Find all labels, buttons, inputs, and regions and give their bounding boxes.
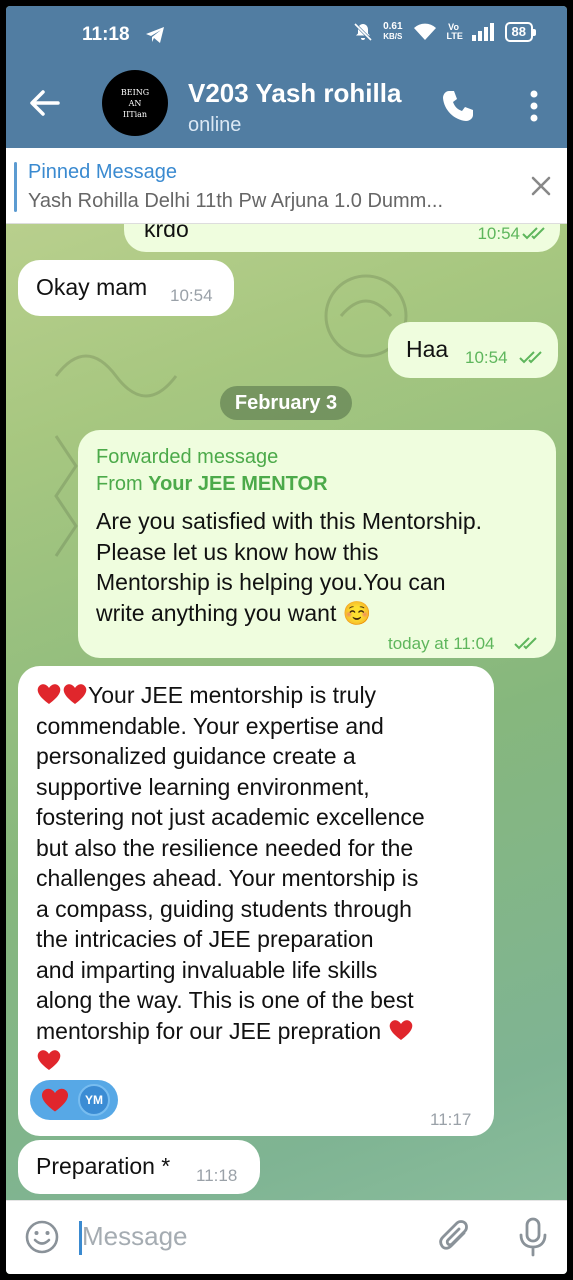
red-heart-emoji-icon (37, 684, 61, 704)
reaction-chip[interactable]: YM (30, 1080, 118, 1120)
avatar-text-line: BEING (120, 87, 150, 97)
message-line: personalized guidance create a (36, 743, 356, 769)
message-text: Okay mam (36, 274, 148, 300)
pinned-text: Yash Rohilla Delhi 11th Pw Arjuna 1.0 Du… (28, 190, 444, 212)
message-time: today at 11:04 (388, 634, 495, 653)
wifi-icon (413, 23, 436, 40)
message-line: challenges ahead. Your mentorship is (36, 865, 419, 891)
telegram-icon (146, 27, 164, 43)
message-line: fostering not just academic excellence (36, 804, 425, 830)
date-divider: February 3 (220, 386, 352, 420)
network-speed: 0.61 KB/S (383, 22, 402, 42)
battery-indicator: 88 (504, 22, 537, 42)
avatar[interactable]: BEING AN IITian (102, 70, 168, 136)
forwarded-from-prefix: From (96, 473, 149, 495)
message-text: Your JEE mentorship is truly commendable… (36, 680, 486, 1077)
emoji-icon[interactable] (24, 1219, 60, 1255)
message-text: Preparation * (36, 1153, 171, 1179)
microphone-icon[interactable] (518, 1217, 548, 1257)
volte-indicator: Vo LTE (446, 22, 463, 41)
status-icons: 0.61 KB/S Vo LTE 88 (353, 22, 537, 42)
message-line: write anything you want (96, 599, 337, 626)
attach-paperclip-icon[interactable] (438, 1219, 474, 1257)
double-check-icon (514, 637, 537, 650)
avatar-text-line: AN (128, 98, 142, 108)
message-bubble-outgoing[interactable]: Haa 10:54 (388, 322, 558, 378)
mute-bell-icon (354, 22, 373, 42)
more-menu-icon[interactable] (522, 86, 546, 126)
back-arrow-icon[interactable] (28, 86, 62, 120)
message-line: Please let us know how this (96, 538, 379, 565)
network-speed-unit: KB/S (383, 32, 403, 41)
message-text: Are you satisfied with this Mentorship. … (96, 506, 482, 628)
message-time: 11:18 (196, 1166, 238, 1185)
phone-call-icon[interactable] (440, 88, 476, 124)
message-time: 10:54 (477, 224, 520, 243)
message-line: Mentorship is helping you.You can (96, 569, 446, 595)
status-bar: 11:18 0.61 KB/S Vo LTE 88 (6, 20, 567, 50)
double-check-icon (522, 227, 545, 240)
message-time: 10:54 (465, 348, 508, 367)
chat-screen: 11:18 0.61 KB/S Vo LTE 88 BEING AN IITian… (6, 6, 567, 1274)
message-bubble-forwarded[interactable]: Forwarded message From Your JEE MENTOR A… (78, 430, 556, 658)
double-check-icon (519, 351, 542, 364)
background-doodle (54, 354, 178, 398)
message-bubble-incoming[interactable]: Preparation * 11:18 (18, 1140, 260, 1194)
signal-icon (471, 23, 494, 41)
message-line: the intricacies of JEE preparation (36, 926, 374, 952)
message-line: Your JEE mentorship is truly (88, 682, 377, 708)
chat-status: online (188, 114, 242, 136)
message-line: Are you satisfied with this Mentorship. (96, 508, 483, 534)
message-text: Haa (406, 336, 449, 362)
reactor-avatar: YM (78, 1084, 110, 1116)
red-heart-reaction-icon (41, 1088, 69, 1112)
message-composer: Message (6, 1200, 567, 1274)
message-time: 11:17 (430, 1110, 472, 1129)
message-line: supportive learning environment, (36, 773, 370, 800)
status-time: 11:18 (82, 24, 130, 45)
forward-header: Forwarded message From Your JEE MENTOR (96, 444, 328, 498)
forwarded-from-name[interactable]: Your JEE MENTOR (148, 473, 327, 495)
pinned-message-bar[interactable]: Pinned Message Yash Rohilla Delhi 11th P… (6, 148, 567, 224)
forwarded-from[interactable]: From Your JEE MENTOR (96, 471, 328, 498)
chat-title[interactable]: V203 Yash rohilla (188, 78, 401, 109)
smiling-emoji: ☺️ (342, 599, 372, 626)
message-bubble-incoming[interactable]: Your JEE mentorship is truly commendable… (18, 666, 494, 1136)
background-doodle (54, 435, 78, 557)
message-line: commendable. Your expertise and (36, 712, 384, 739)
red-heart-emoji-icon (63, 684, 87, 704)
message-time: 10:54 (170, 286, 213, 305)
avatar-text-line: IITian (122, 109, 148, 119)
message-line: along the way. This is one of the best (36, 987, 414, 1013)
red-heart-emoji-icon (389, 1019, 412, 1040)
forwarded-label: Forwarded message (96, 446, 279, 468)
message-line: a compass, guiding students through (36, 895, 412, 922)
message-line: mentorship for our JEE prepration (36, 1017, 382, 1044)
close-icon[interactable] (529, 174, 553, 198)
message-input[interactable]: Message (82, 1221, 188, 1252)
message-line: but also the resilience needed for the (36, 834, 414, 861)
chat-header: 11:18 0.61 KB/S Vo LTE 88 BEING AN IITian… (6, 6, 567, 148)
pinned-indicator (14, 162, 17, 212)
red-heart-emoji-icon (37, 1050, 61, 1070)
message-bubble-incoming[interactable]: Okay mam 10:54 (18, 260, 234, 316)
message-line: and imparting invaluable life skills (36, 956, 378, 983)
pinned-title: Pinned Message (28, 161, 177, 183)
network-speed-value: 0.61 (383, 21, 403, 32)
